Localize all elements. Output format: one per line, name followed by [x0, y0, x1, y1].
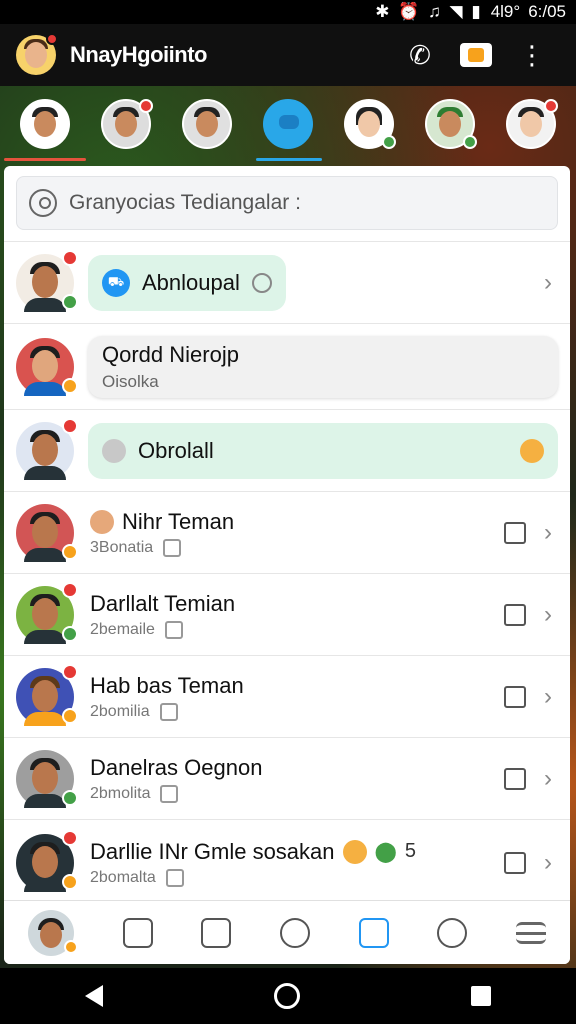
status-icons: ✱ ⏰ ♫ ◥ ▮: [375, 2, 483, 21]
chat-row[interactable]: Nihr Teman 3Bonatia ›: [4, 492, 570, 574]
story-avatar[interactable]: [425, 99, 478, 149]
more-options-button[interactable]: ⋮: [504, 35, 560, 75]
message-text: Obrolall: [138, 437, 214, 463]
contact-name: Nihr Teman: [122, 508, 235, 534]
contact-name: Hab bas Teman: [90, 672, 244, 698]
chat-bubbles-icon[interactable]: [358, 917, 389, 948]
person-icon[interactable]: [437, 917, 468, 948]
gift-icon: [159, 702, 178, 721]
contact-status: 2bmolita: [90, 784, 151, 802]
share-icon[interactable]: [504, 767, 526, 790]
chat-row[interactable]: Qordd Nierojp Oisolka: [4, 324, 570, 410]
gift-icon: [163, 538, 182, 557]
stories-strip: [0, 86, 576, 162]
back-icon[interactable]: [85, 985, 104, 1007]
chat-row[interactable]: Danelras Oegnon 2bmolita ›: [4, 738, 570, 820]
chat-row[interactable]: ⛟ Abnloupal ›: [4, 242, 570, 324]
search-bar[interactable]: Granyocias Tediangalar :: [16, 176, 558, 230]
message-text: Abnloupal: [142, 269, 240, 295]
avatar: [16, 503, 78, 562]
share-icon[interactable]: [504, 851, 526, 874]
sticker-icon: [251, 272, 272, 293]
location-pin-icon: ⬤: [374, 841, 397, 863]
home-icon[interactable]: [273, 983, 300, 1009]
emoji-icon: [342, 839, 367, 864]
inbox-icon[interactable]: [201, 917, 232, 948]
status-text: 4l9°: [490, 2, 521, 21]
recent-apps-icon[interactable]: [470, 986, 491, 1006]
avatar: [16, 337, 78, 396]
smiley-icon[interactable]: [279, 917, 310, 948]
story-active-indicator: [256, 158, 322, 161]
contact-name: Darllie INr Gmle sosakan: [90, 838, 335, 864]
cart-icon: ⛟: [102, 268, 130, 297]
contact-status: 2bomalta: [90, 868, 156, 886]
chevron-right-icon: ›: [544, 764, 552, 792]
message-bubble: Qordd Nierojp Oisolka: [88, 335, 558, 398]
notification-dot-icon: [46, 33, 58, 45]
chat-row[interactable]: Darllie INr Gmle sosakan ⬤ 5 2bomalta ›: [4, 820, 570, 906]
gift-icon: [165, 868, 184, 887]
chat-list-panel: Granyocias Tediangalar : ⛟ Abnloupal › Q…: [4, 166, 570, 964]
avatar: [16, 663, 78, 726]
avatar: [16, 749, 78, 808]
avatar: [16, 581, 78, 644]
story-avatar-bot[interactable]: [262, 99, 313, 149]
contact-status: 3Bonatia: [90, 538, 154, 556]
message-bubble: Obrolall: [88, 422, 558, 479]
menu-icon[interactable]: [515, 921, 546, 944]
chevron-right-icon: ›: [544, 848, 552, 876]
profile-avatar[interactable]: [16, 33, 58, 75]
chat-row[interactable]: Darllalt Temian 2bemaile ›: [4, 574, 570, 656]
gold-coin-icon: [520, 438, 544, 463]
contact-status: 2bomilia: [90, 702, 150, 720]
story-active-indicator: [4, 158, 86, 161]
notes-icon[interactable]: [122, 917, 153, 948]
contact-status: 2bemaile: [90, 620, 155, 638]
more-vert-icon: ⋮: [519, 39, 545, 70]
video-camera-icon: [460, 43, 492, 67]
emoji-icon: [90, 509, 114, 534]
system-navigation-bar: [0, 968, 576, 1024]
chevron-right-icon: ›: [544, 682, 552, 710]
status-time: 6:/05: [528, 2, 566, 21]
message-subtitle: Oisolka: [102, 371, 159, 391]
avatar: [16, 829, 78, 892]
video-call-button[interactable]: [448, 35, 504, 75]
share-icon[interactable]: [504, 685, 526, 708]
gift-icon: [160, 784, 179, 803]
message-title: Qordd Nierojp: [102, 341, 239, 367]
unread-count: 5: [404, 840, 417, 862]
story-avatar[interactable]: [100, 99, 153, 149]
app-title: NnayHgoiinto: [70, 42, 208, 67]
chevron-right-icon: ›: [544, 518, 552, 546]
search-icon: [29, 189, 57, 217]
avatar: [16, 417, 78, 480]
edit-icon[interactable]: [504, 521, 526, 544]
avatar-sticker-icon: [102, 438, 126, 463]
chevron-right-icon: ›: [544, 600, 552, 628]
contact-name: Danelras Oegnon: [90, 754, 263, 780]
phone-icon: ✆: [409, 39, 431, 70]
avatar: [16, 249, 78, 312]
status-bar: ✱ ⏰ ♫ ◥ ▮ 4l9° 6:/05: [0, 0, 576, 24]
message-bubble: ⛟ Abnloupal: [88, 254, 286, 311]
chat-row[interactable]: Hab bas Teman 2bomilia ›: [4, 656, 570, 738]
chat-row[interactable]: Obrolall: [4, 410, 570, 492]
bottom-navigation: [4, 900, 570, 964]
nav-profile-avatar[interactable]: [28, 909, 79, 956]
phone-call-button[interactable]: ✆: [392, 35, 448, 75]
top-app-bar: NnayHgoiinto ✆ ⋮: [0, 24, 576, 86]
story-avatar[interactable]: [506, 99, 559, 149]
gift-icon: [164, 620, 183, 639]
share-icon[interactable]: [504, 603, 526, 626]
story-avatar[interactable]: [181, 99, 232, 149]
contact-name: Darllalt Temian: [90, 590, 236, 616]
search-input[interactable]: Granyocias Tediangalar :: [69, 191, 301, 215]
chevron-right-icon: ›: [544, 268, 552, 296]
story-avatar[interactable]: [344, 99, 397, 149]
story-avatar[interactable]: [19, 99, 70, 149]
